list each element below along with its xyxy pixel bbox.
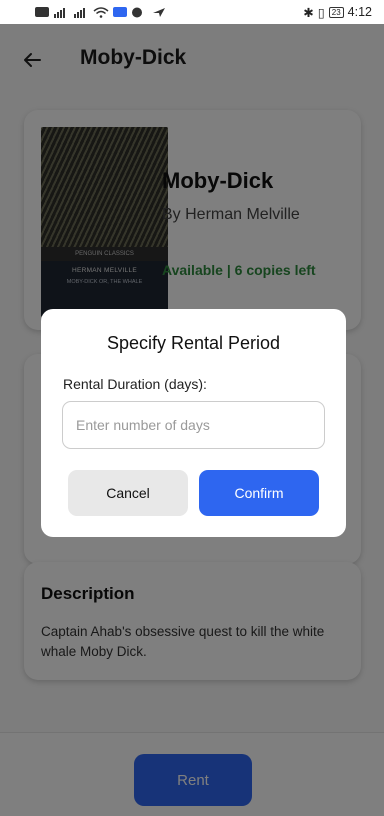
app-notification-icon	[113, 7, 127, 17]
rental-days-input[interactable]	[62, 401, 325, 449]
vibrate-icon: ▯	[317, 5, 325, 20]
status-bar: ✱ ▯ 23 4:12	[0, 0, 384, 24]
cancel-button[interactable]: Cancel	[68, 470, 188, 516]
signal-icon	[54, 7, 65, 18]
wifi-icon	[93, 6, 109, 18]
status-icons-left	[35, 6, 167, 18]
bluetooth-icon: ✱	[303, 5, 314, 20]
volte-icon	[35, 7, 49, 17]
send-icon	[153, 7, 165, 17]
status-icons-right: ✱ ▯ 23 4:12	[303, 5, 372, 20]
rental-duration-label: Rental Duration (days):	[63, 376, 207, 392]
nav-notification-icon	[132, 7, 142, 17]
signal-icon-2	[74, 7, 85, 18]
battery-icon: 23	[328, 6, 344, 18]
rental-period-dialog: Specify Rental Period Rental Duration (d…	[41, 309, 346, 537]
status-time: 4:12	[347, 5, 372, 19]
confirm-button[interactable]: Confirm	[199, 470, 319, 516]
dialog-title: Specify Rental Period	[106, 333, 281, 353]
